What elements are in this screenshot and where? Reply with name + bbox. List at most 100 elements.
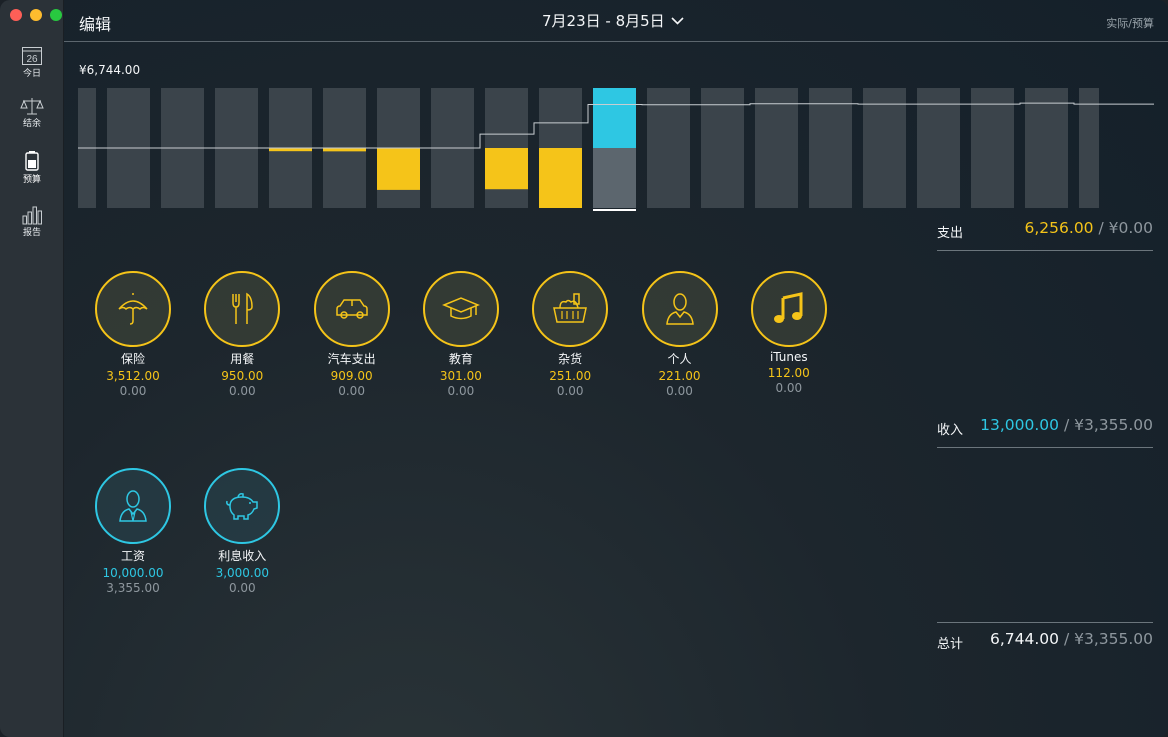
- chart-column: [701, 88, 744, 208]
- category-name: 保险: [120, 352, 145, 366]
- income-summary-actual: 13,000.00: [980, 416, 1060, 434]
- income-summary-budget: ¥3,355.00: [1074, 416, 1153, 434]
- budget-bar: [593, 148, 636, 208]
- expense-summary-label: 支出: [937, 226, 964, 241]
- umbrella-icon: [118, 293, 148, 325]
- chevron-down-icon: [671, 16, 684, 25]
- expense-bar: [485, 148, 528, 190]
- zoom-button[interactable]: [50, 9, 62, 21]
- category-budget: 0.00: [338, 384, 365, 398]
- sidebar-item-balance[interactable]: 结余: [0, 96, 64, 129]
- edit-button[interactable]: 编辑: [79, 11, 111, 35]
- category-piggy-bank[interactable]: 利息收入 3,000.00 0.00: [204, 468, 281, 595]
- car-icon: [335, 299, 368, 319]
- divider: [937, 250, 1153, 251]
- category-badge: [95, 271, 171, 347]
- category-car[interactable]: 汽车支出 909.00 0.00: [313, 271, 390, 398]
- category-name: 利息收入: [218, 549, 267, 563]
- minimize-button[interactable]: [30, 9, 42, 21]
- category-actual: 112.00: [767, 366, 810, 380]
- sidebar-item-label: 今日: [22, 69, 41, 79]
- category-budget: 0.00: [228, 384, 256, 398]
- category-person[interactable]: 个人 221.00 0.00: [641, 271, 718, 398]
- chart-column: [971, 88, 1014, 208]
- fork-knife-icon: [232, 292, 254, 324]
- grocery-basket-icon: [553, 293, 588, 323]
- sidebar-item-label: 报告: [22, 228, 41, 238]
- category-actual: 10,000.00: [102, 566, 164, 580]
- divider: [937, 447, 1153, 448]
- chart-max-label: ¥6,744.00: [79, 63, 141, 77]
- actual-budget-toggle[interactable]: 实际/预算: [1106, 15, 1154, 31]
- category-actual: 3,000.00: [215, 566, 270, 580]
- expense-bar: [377, 148, 420, 190]
- bar-chart-icon: [22, 206, 42, 225]
- balance-scale-icon: [20, 98, 44, 115]
- category-actual: 950.00: [221, 369, 264, 383]
- expense-summary-budget: ¥0.00: [1108, 219, 1153, 237]
- sidebar: 26 今日 结余 预算 报告: [0, 0, 64, 737]
- chart-column: [1079, 88, 1099, 208]
- category-music-note[interactable]: iTunes 112.00 0.00: [750, 271, 827, 395]
- category-umbrella[interactable]: 保险 3,512.00 0.00: [95, 271, 171, 398]
- sidebar-item-label: 预算: [22, 175, 41, 185]
- category-actual: 221.00: [658, 369, 701, 383]
- timeline-chart[interactable]: [78, 88, 1154, 212]
- category-badge: [95, 468, 171, 544]
- category-grocery-basket[interactable]: 杂货 251.00 0.00: [532, 271, 609, 398]
- expense-summary-actual: 6,256.00: [1024, 219, 1094, 237]
- selected-indicator: [593, 209, 636, 211]
- category-budget: 3,355.00: [106, 581, 160, 595]
- summary-separator: /: [1093, 219, 1109, 237]
- category-name: iTunes: [769, 350, 808, 364]
- category-badge: [313, 271, 390, 347]
- category-fork-knife[interactable]: 用餐 950.00 0.00: [204, 271, 281, 398]
- category-badge: [204, 271, 281, 347]
- category-budget: 0.00: [228, 581, 256, 595]
- category-actual: 301.00: [439, 369, 482, 383]
- sidebar-item-label: 结余: [22, 119, 41, 129]
- category-badge: [532, 271, 609, 347]
- chart-column: [1025, 88, 1068, 208]
- chart-column: [917, 88, 960, 208]
- category-budget: 0.00: [119, 384, 147, 398]
- svg-text:26: 26: [26, 54, 38, 65]
- category-name: 用餐: [230, 352, 255, 366]
- expense-bar: [323, 148, 366, 152]
- summary-separator: /: [1059, 416, 1075, 434]
- battery-icon: [25, 151, 39, 171]
- category-name: 汽车支出: [327, 352, 376, 366]
- graduation-cap-icon: [441, 297, 480, 320]
- category-name: 工资: [120, 549, 145, 563]
- employee-icon: [119, 490, 147, 522]
- summary-separator: /: [1059, 630, 1075, 648]
- chart-column: [755, 88, 798, 208]
- category-name: 杂货: [558, 352, 583, 366]
- sidebar-item-reports[interactable]: 报告: [0, 203, 64, 238]
- category-badge: [641, 271, 718, 347]
- window-controls: [10, 9, 62, 21]
- piggy-bank-icon: [226, 493, 259, 520]
- category-badge: [750, 271, 827, 347]
- category-budget: 0.00: [556, 384, 584, 398]
- category-actual: 909.00: [330, 369, 373, 383]
- person-icon: [665, 293, 694, 325]
- calendar-icon: 26: [22, 47, 42, 65]
- category-budget: 0.00: [447, 384, 475, 398]
- app-window: 26 今日 结余 预算 报告 编辑 7月23日 - 8月5日 实际/预算 ¥6,…: [0, 0, 1168, 737]
- category-budget: 0.00: [775, 381, 803, 395]
- category-employee[interactable]: 工资 10,000.00 3,355.00: [95, 468, 171, 595]
- date-range-picker[interactable]: 7月23日 - 8月5日: [542, 10, 684, 31]
- category-actual: 3,512.00: [106, 369, 160, 383]
- total-summary-budget: ¥3,355.00: [1074, 630, 1153, 648]
- chart-column: [647, 88, 690, 208]
- sidebar-item-today[interactable]: 26 今日: [0, 46, 64, 79]
- chart-column: [809, 88, 852, 208]
- category-badge: [204, 468, 281, 544]
- sidebar-item-budget[interactable]: 预算: [0, 150, 64, 185]
- income-bar: [593, 88, 636, 148]
- category-graduation-cap[interactable]: 教育 301.00 0.00: [422, 271, 499, 398]
- close-button[interactable]: [10, 9, 22, 21]
- category-actual: 251.00: [549, 369, 592, 383]
- divider: [937, 622, 1153, 623]
